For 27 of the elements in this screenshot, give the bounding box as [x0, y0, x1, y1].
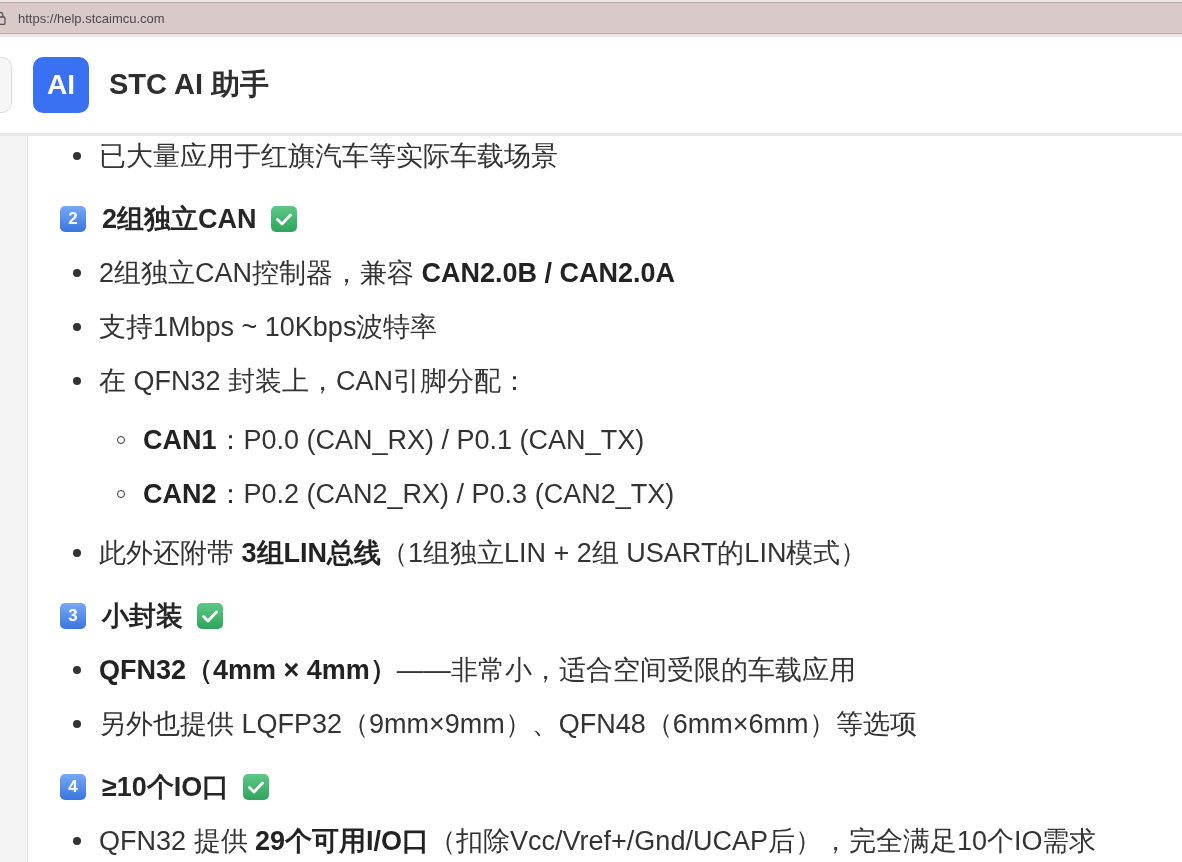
app-title: STC AI 助手: [109, 67, 270, 102]
list-item-text: QFN32 提供 29个可用I/O口（扣除Vcc/Vref+/Gnd/UCAP后），完全满足10个IO需求: [99, 825, 1097, 857]
list-item-text: 2组独立CAN控制器，兼容 CAN2.0B / CAN2.0A: [99, 257, 676, 289]
disc-bullet-icon: [73, 720, 81, 728]
disc-bullet-icon: [73, 152, 81, 160]
list-item-text: CAN2：P0.2 (CAN2_RX) / P0.3 (CAN2_TX): [143, 478, 675, 510]
number-keycap: 4: [60, 774, 86, 800]
list-item-text: CAN1：P0.0 (CAN_RX) / P0.1 (CAN_TX): [143, 424, 645, 456]
section-heading: 小封装: [102, 600, 183, 632]
list-item-text: 支持1Mbps ~ 10Kbps波特率: [99, 311, 438, 343]
disc-bullet-icon: [73, 837, 81, 845]
disc-bullet-icon: [73, 269, 81, 277]
list-item-text: 在 QFN32 封装上，CAN引脚分配：: [99, 365, 529, 397]
disc-bullet-icon: [73, 666, 81, 674]
list-item-text: 另外也提供 LQFP32（9mm×9mm）、QFN48（6mm×6mm）等选项: [99, 708, 917, 740]
list-item-text: 此外还附带 3组LIN总线（1组独立LIN + 2组 USART的LIN模式）: [99, 537, 868, 569]
disc-bullet-icon: [73, 323, 81, 331]
address-field[interactable]: https://help.stcaimcu.com: [0, 2, 1182, 34]
section-heading: ≥10个IO口: [102, 771, 230, 803]
disc-bullet-icon: [73, 377, 81, 385]
list-item-text: QFN32（4mm × 4mm）——非常小，适合空间受限的车载应用: [99, 654, 856, 686]
number-keycap: 2: [60, 206, 86, 232]
app-logo: AI: [33, 57, 89, 113]
list-item-text: 已大量应用于红旗汽车等实际车载场景: [99, 140, 558, 172]
disc-bullet-icon: [73, 549, 81, 557]
number-keycap: 3: [60, 603, 86, 629]
section-heading: 2组独立CAN: [102, 203, 257, 235]
